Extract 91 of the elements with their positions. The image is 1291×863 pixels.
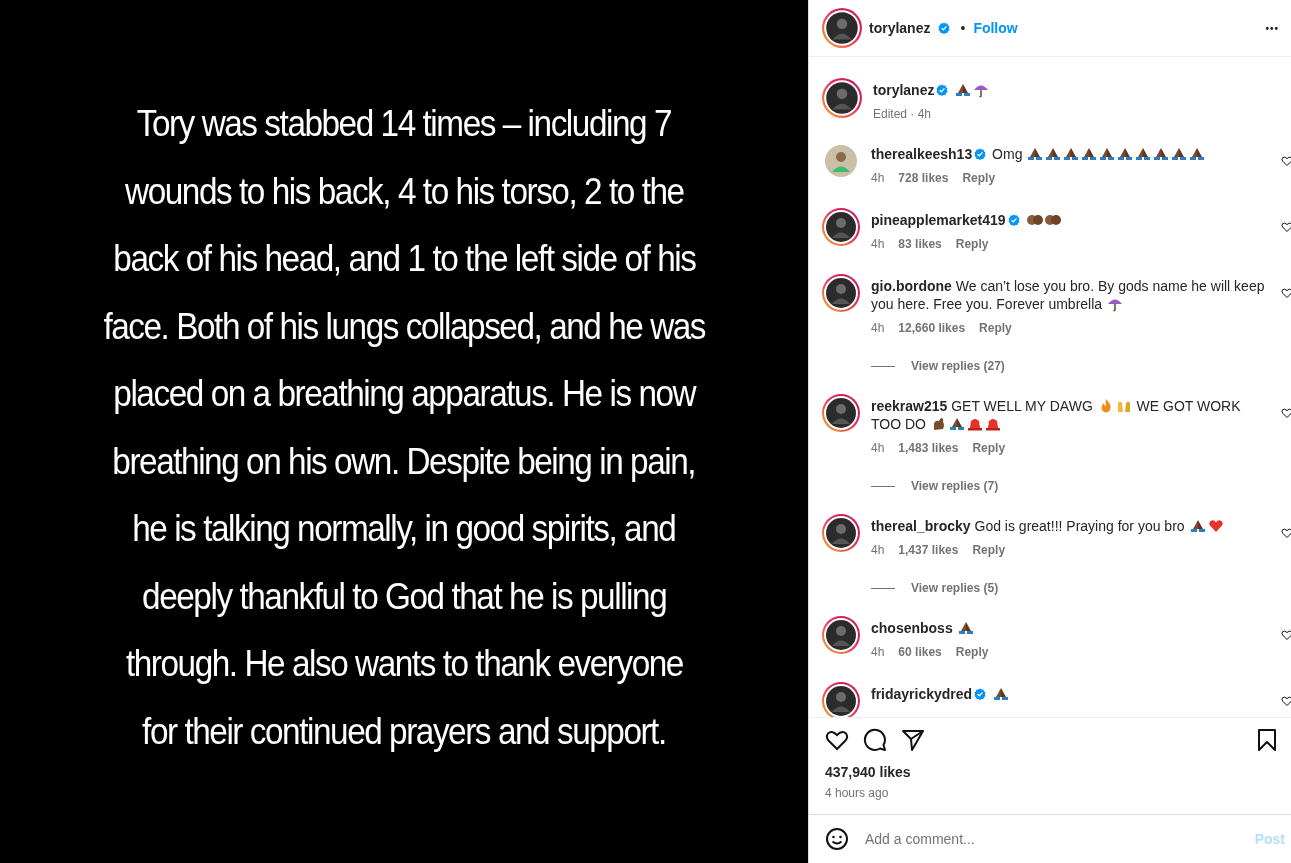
post-text-line: deeply thankful to God that he is pulling [141, 574, 667, 619]
avatar-icon[interactable] [821, 273, 861, 313]
emoji-icon [1189, 518, 1206, 534]
username-link[interactable]: therealkeesh13 [871, 146, 973, 162]
avatar-icon[interactable] [821, 207, 861, 247]
comment-text: therealkeesh13 Omg [871, 145, 1267, 163]
comment-time: 4h [871, 440, 885, 457]
emoji-picker-icon[interactable] [825, 827, 849, 851]
emoji-icon [1099, 146, 1116, 162]
bookmark-icon[interactable] [1255, 728, 1279, 752]
follow-button[interactable]: Follow [973, 20, 1018, 36]
like-icon[interactable] [1281, 695, 1291, 707]
post-text-line: face. Both of his lungs collapsed, and he was [103, 304, 705, 349]
username-link[interactable]: reekraw215 [871, 398, 948, 414]
comment-likes[interactable]: 60 likes [898, 643, 942, 661]
comment-time: 4h [871, 542, 885, 559]
like-icon[interactable] [1281, 221, 1291, 233]
like-icon[interactable] [1281, 287, 1291, 299]
comment-text: gio.bordone We can’t lose you bro. By gods name he will keep you here. Free you. Forever umbrella [871, 277, 1266, 313]
comment-likes[interactable]: 1,483 likes [898, 439, 959, 457]
post-time: 4 hours ago [825, 786, 890, 800]
post-text-line: wounds to his back, 4 to his torso, 2 to the [124, 169, 684, 214]
comment-input[interactable]: Add a comment... [863, 830, 1241, 848]
comment-text: thereal_brocky God is great!!! Praying for you bro [871, 517, 1267, 535]
emoji-icon [957, 620, 974, 636]
reply-link[interactable]: Reply [972, 541, 1006, 559]
emoji-icon [1081, 146, 1098, 162]
post-text-line: Tory was stabbed 14 times – including 7 [136, 102, 672, 146]
emoji-icon [1207, 518, 1224, 534]
username-link[interactable]: thereal_brocky [871, 518, 971, 534]
emoji-icon [1063, 146, 1080, 162]
username-link[interactable]: fridayrickydred [871, 686, 973, 702]
emoji-icon [1189, 146, 1206, 162]
reply-link[interactable]: Reply [955, 235, 989, 253]
comment-time: 4h [871, 236, 885, 253]
emoji-icon [1044, 212, 1061, 228]
comment-likes[interactable]: 83 likes [898, 235, 942, 253]
avatar-icon[interactable] [821, 681, 861, 717]
avatar-icon[interactable] [821, 77, 863, 119]
view-replies-link[interactable]: View replies (5) [911, 581, 999, 595]
reply-link[interactable]: Reply [979, 319, 1012, 337]
emoji-icon [955, 82, 972, 98]
reply-link[interactable]: Reply [955, 643, 989, 661]
emoji-icon [1027, 146, 1044, 162]
comment-likes[interactable]: 1,437 likes [898, 541, 959, 559]
username-link[interactable]: torylanez [873, 82, 935, 98]
reply-link[interactable]: Reply [962, 169, 996, 187]
username-link[interactable]: pineapplemarket419 [871, 212, 1006, 228]
comment-time: 4h [871, 320, 885, 337]
comment-likes[interactable]: 728 likes [898, 169, 949, 187]
post-text-line: breathing on his own. Despite being in pain, [112, 439, 696, 484]
post-text-line: he is talking normally, in good spirits, and [132, 507, 676, 551]
like-icon[interactable] [1281, 407, 1291, 419]
post-text-line: for their continued prayers and support. [142, 709, 666, 754]
emoji-icon [1045, 146, 1062, 162]
emoji-icon [1171, 146, 1188, 162]
like-icon[interactable] [1281, 629, 1291, 641]
post-text-line: placed on a breathing apparatus. He is now [113, 372, 695, 416]
emoji-icon [1026, 212, 1043, 228]
comment-time: 4h [871, 170, 885, 187]
emoji-icon [984, 416, 1001, 432]
comment-likes[interactable]: 12,660 likes [898, 319, 966, 337]
avatar-icon[interactable] [821, 393, 861, 433]
view-replies-link[interactable]: View replies (27) [911, 359, 1005, 373]
username-link[interactable]: chosenboss [871, 620, 953, 636]
post-text-line: back of his head, and 1 to the left side of his [112, 237, 696, 281]
share-icon[interactable] [901, 728, 925, 752]
like-icon[interactable] [825, 728, 849, 752]
post-text-line: through. He also wants to thank everyone [125, 642, 683, 686]
avatar-icon[interactable] [821, 615, 861, 655]
like-icon[interactable] [1281, 155, 1291, 167]
emoji-icon [1135, 146, 1152, 162]
emoji-icon [1153, 146, 1170, 162]
comment-icon[interactable] [863, 728, 887, 752]
more-options-icon[interactable]: ••• [1265, 22, 1279, 34]
avatar-icon[interactable] [821, 513, 861, 553]
avatar-icon[interactable] [821, 7, 863, 49]
username-link[interactable]: gio.bordone [871, 278, 952, 294]
comment-time: 4h [871, 644, 885, 661]
view-replies-link[interactable]: View replies (7) [911, 479, 999, 493]
username-link[interactable]: torylanez [869, 20, 931, 36]
like-icon[interactable] [1281, 527, 1291, 539]
separator-dot: • [960, 20, 966, 36]
emoji-icon [1117, 146, 1134, 162]
emoji-icon [948, 416, 965, 432]
comment-text: reekraw215 GET WELL MY DAWG WE GOT WORK TOO DO [871, 397, 1242, 433]
emoji-icon [966, 416, 983, 432]
reply-link[interactable]: Reply [972, 439, 1006, 457]
like-count[interactable]: 437,940 likes [825, 764, 1279, 780]
emoji-icon [993, 686, 1010, 702]
caption-meta: Edited · 4h [873, 106, 932, 123]
